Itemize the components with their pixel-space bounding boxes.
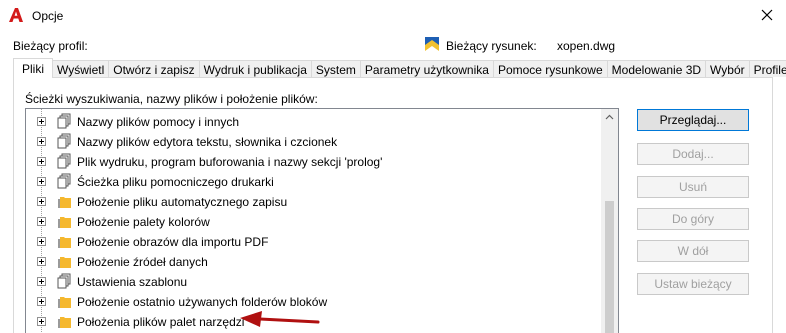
tree-item[interactable]: Nazwy plików pomocy i innych [26, 111, 601, 131]
scrollbar-thumb[interactable] [605, 201, 614, 333]
expand-icon[interactable] [37, 297, 46, 306]
remove-button[interactable]: Usuń [637, 176, 749, 198]
current-drawing-label: Bieżący rysunek: [446, 39, 537, 53]
expand-icon[interactable] [37, 157, 46, 166]
tree-item[interactable]: Położenie obrazów dla importu PDF [26, 231, 601, 251]
tree-item[interactable]: Położenie źródeł danych [26, 251, 601, 271]
move-down-button[interactable]: W dół [637, 240, 749, 262]
tree-item-label: Położenie palety kolorów [77, 215, 210, 229]
tree-item[interactable]: Ścieżka pliku pomocniczego drukarki [26, 171, 601, 191]
folder-icon [58, 317, 71, 328]
search-paths-tree[interactable]: Nazwy plików pomocy i innych Nazwy plikó… [25, 108, 619, 333]
current-drawing-name: xopen.dwg [557, 39, 616, 53]
tree-item-label: Położenie źródeł danych [77, 255, 208, 269]
expand-icon[interactable] [37, 197, 46, 206]
tree-item[interactable]: Nazwy plików edytora tekstu, słownika i … [26, 131, 601, 151]
multi-file-icon [57, 133, 71, 149]
vertical-scrollbar[interactable] [601, 109, 618, 333]
multi-file-icon [57, 153, 71, 169]
tree-item-label: Położenie obrazów dla importu PDF [77, 235, 269, 249]
expand-icon[interactable] [37, 217, 46, 226]
tab-system[interactable]: System [310, 60, 361, 77]
tree-item-label: Położenia plików palet narzędzi [77, 315, 245, 329]
tab-pliki[interactable]: Pliki [13, 58, 54, 78]
folder-icon [58, 237, 71, 248]
drawing-file-icon [425, 37, 439, 51]
tree-item-label: Plik wydruku, program buforowania i nazw… [77, 155, 383, 169]
tree-item-label: Ścieżka pliku pomocniczego drukarki [77, 175, 274, 189]
tab-parametry-uzytkownika[interactable]: Parametry użytkownika [359, 60, 494, 77]
tab-profile[interactable]: Profile [748, 60, 786, 77]
tree-item[interactable]: Ustawienia szablonu [26, 271, 601, 291]
add-button[interactable]: Dodaj... [637, 143, 749, 165]
arrow-icon [240, 311, 320, 327]
expand-icon[interactable] [37, 117, 46, 126]
folder-icon [58, 257, 71, 268]
expand-icon[interactable] [37, 317, 46, 326]
tree-item[interactable]: Położenie palety kolorów [26, 211, 601, 231]
expand-icon[interactable] [37, 177, 46, 186]
search-paths-label: Ścieżki wyszukiwania, nazwy plików i poł… [25, 92, 318, 106]
title-bar: Opcje [0, 0, 786, 32]
tab-modelowanie-3d[interactable]: Modelowanie 3D [606, 60, 707, 77]
expand-icon[interactable] [37, 237, 46, 246]
close-icon[interactable] [758, 6, 776, 24]
tree-item-label: Położenie pliku automatycznego zapisu [77, 195, 288, 209]
tree-item[interactable]: Plik wydruku, program buforowania i nazw… [26, 151, 601, 171]
tree-item-label: Nazwy plików pomocy i innych [77, 115, 240, 129]
folder-icon [58, 217, 71, 228]
multi-file-icon [57, 173, 71, 189]
tab-pomoce-rysunkowe[interactable]: Pomoce rysunkowe [492, 60, 608, 77]
options-tabs: Pliki Wyświetl Otwórz i zapisz Wydruk i … [13, 58, 786, 78]
multi-file-icon [57, 113, 71, 129]
move-up-button[interactable]: Do góry [637, 208, 749, 230]
tree-item-label: Ustawienia szablonu [77, 275, 188, 289]
window-title: Opcje [32, 9, 64, 23]
expand-icon[interactable] [37, 257, 46, 266]
expand-icon[interactable] [37, 137, 46, 146]
autocad-logo-icon [9, 8, 23, 22]
browse-button[interactable]: Przeglądaj... [637, 109, 749, 131]
tab-wyswietl[interactable]: Wyświetl [52, 60, 110, 77]
folder-icon [58, 297, 71, 308]
expand-icon[interactable] [37, 277, 46, 286]
scroll-up-icon[interactable] [601, 109, 618, 126]
multi-file-icon [57, 273, 71, 289]
tree-item[interactable]: Położenie pliku automatycznego zapisu [26, 191, 601, 211]
tab-wydruk-i-publikacja[interactable]: Wydruk i publikacja [198, 60, 312, 77]
tab-otworz-i-zapisz[interactable]: Otwórz i zapisz [108, 60, 200, 77]
folder-icon [58, 197, 71, 208]
tree-item-label: Nazwy plików edytora tekstu, słownika i … [77, 135, 338, 149]
set-current-button[interactable]: Ustaw bieżący [637, 273, 749, 295]
current-profile-label: Bieżący profil: [13, 39, 88, 53]
tab-wybor[interactable]: Wybór [705, 60, 750, 77]
